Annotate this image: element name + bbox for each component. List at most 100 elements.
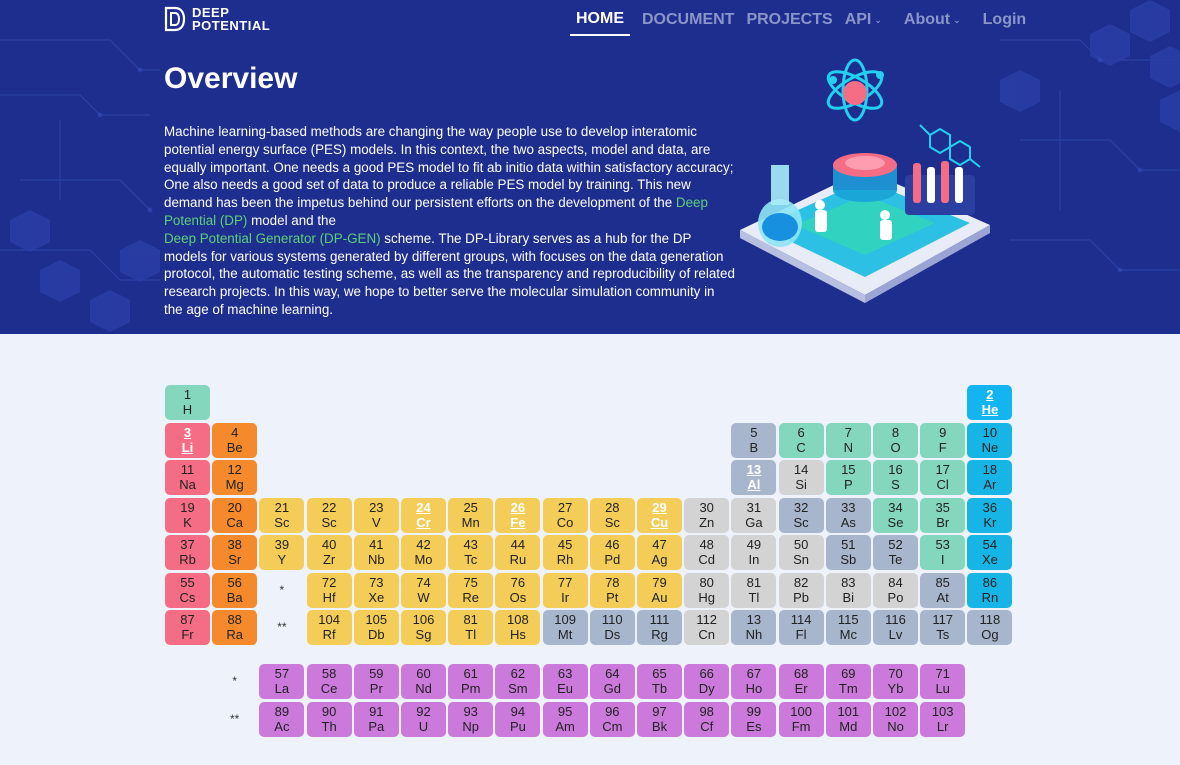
element-h-1[interactable]: 1H <box>165 385 210 420</box>
element-rh-45[interactable]: 45 Rh <box>542 535 588 570</box>
element-se-34[interactable]: 34 Se <box>873 497 918 533</box>
element-bk-97[interactable]: 97 Bk <box>637 701 682 737</box>
element-nd-60[interactable]: 60 Nd <box>401 664 446 699</box>
element-tl-81[interactable]: 81 Tl <box>448 610 494 645</box>
element-dy-66[interactable]: 66 Dy <box>684 664 730 699</box>
element-tb-65[interactable]: 65 Tb <box>637 664 682 699</box>
element-lu-71[interactable]: 71 Lu <box>920 664 966 699</box>
element-p-15[interactable]: 15 P <box>825 460 871 495</box>
element-ir-77[interactable]: 77 Ir <box>542 572 588 608</box>
element-sc-28[interactable]: 28 Sc <box>589 497 635 533</box>
dp-gen-link[interactable]: Deep Potential Generator (DP-GEN) <box>164 231 381 246</box>
element-in-49[interactable]: 49 In <box>731 535 777 570</box>
element-po-84[interactable]: 84 Po <box>873 572 918 608</box>
element-md-101[interactable]: 101 Md <box>825 701 871 737</box>
element-er-68[interactable]: 68 Er <box>778 664 824 699</box>
element-hf-72[interactable]: 72 Hf <box>306 572 352 608</box>
element-hs-108[interactable]: 108 Hs <box>495 610 541 645</box>
element-he-2[interactable]: 2 He <box>967 385 1013 420</box>
element-ho-67[interactable]: 67 Ho <box>731 664 777 699</box>
element-lr-103[interactable]: 103 Lr <box>920 701 966 737</box>
element-ga-31[interactable]: 31 Ga <box>731 497 777 533</box>
element-ac-89[interactable]: 89 Ac <box>259 701 305 737</box>
element-no-102[interactable]: 102 No <box>873 701 918 737</box>
element-v-23[interactable]: 23 V <box>353 497 399 533</box>
element-eu-63[interactable]: 63 Eu <box>542 664 588 699</box>
element-bi-83[interactable]: 83 Bi <box>825 572 871 608</box>
element-os-76[interactable]: 76 Os <box>495 572 541 608</box>
element-co-27[interactable]: 27 Co <box>542 497 588 533</box>
nav-api[interactable]: API ⌄ <box>845 11 882 35</box>
element-cn-112[interactable]: 112 Cn <box>684 610 730 645</box>
element-cm-96[interactable]: 96 Cm <box>589 701 635 737</box>
element-w-74[interactable]: 74 W <box>401 572 446 608</box>
element-cr-24[interactable]: 24 Cr <box>401 497 446 533</box>
element-fe-26[interactable]: 26 Fe <box>495 497 541 533</box>
element-cl-17[interactable]: 17 Cl <box>920 460 966 495</box>
element-te-52[interactable]: 52 Te <box>873 535 918 570</box>
element-mt-109[interactable]: 109 Mt <box>542 610 588 645</box>
element-cd-48[interactable]: 48 Cd <box>684 535 730 570</box>
element-pt-78[interactable]: 78 Pt <box>589 572 635 608</box>
element-sc-22[interactable]: 22 Sc <box>306 497 352 533</box>
element-ca-20[interactable]: 20 Ca <box>212 497 258 533</box>
element-lv-116[interactable]: 116 Lv <box>873 610 918 645</box>
element-y-39[interactable]: 39 Y <box>259 535 305 570</box>
element-ts-117[interactable]: 117 Ts <box>920 610 966 645</box>
element-ra-88[interactable]: 88 Ra <box>212 610 258 645</box>
element-i-53[interactable]: 53 I <box>920 535 966 570</box>
element-cu-29[interactable]: 29 Cu <box>637 497 682 533</box>
element-br-35[interactable]: 35 Br <box>920 497 966 533</box>
element-og-118[interactable]: 118 Og <box>967 610 1013 645</box>
element-mc-115[interactable]: 115 Mc <box>825 610 871 645</box>
element-o-8[interactable]: 8O <box>873 422 918 458</box>
nav-home[interactable]: HOME <box>570 10 630 36</box>
element-u-92[interactable]: 92 U <box>401 701 446 737</box>
element-fm-100[interactable]: 100 Fm <box>778 701 824 737</box>
element-sg-106[interactable]: 106 Sg <box>401 610 446 645</box>
element-tm-69[interactable]: 69 Tm <box>825 664 871 699</box>
element-nh-13[interactable]: 13 Nh <box>731 610 777 645</box>
element-np-93[interactable]: 93 Np <box>448 701 494 737</box>
element-ce-58[interactable]: 58 Ce <box>306 664 352 699</box>
element-re-75[interactable]: 75 Re <box>448 572 494 608</box>
element-s-16[interactable]: 16 S <box>873 460 918 495</box>
element-sc-32[interactable]: 32 Sc <box>778 497 824 533</box>
element-tc-43[interactable]: 43 Tc <box>448 535 494 570</box>
element-nb-41[interactable]: 41 Nb <box>353 535 399 570</box>
element-as-33[interactable]: 33 As <box>825 497 871 533</box>
element-yb-70[interactable]: 70 Yb <box>873 664 918 699</box>
element-la-57[interactable]: 57 La <box>259 664 305 699</box>
element-pm-61[interactable]: 61 Pm <box>448 664 494 699</box>
element-th-90[interactable]: 90 Th <box>306 701 352 737</box>
element-hg-80[interactable]: 80 Hg <box>684 572 730 608</box>
nav-document[interactable]: DOCUMENT <box>642 11 734 35</box>
nav-login[interactable]: Login <box>983 11 1027 35</box>
element-sn-50[interactable]: 50 Sn <box>778 535 824 570</box>
element-rb-37[interactable]: 37 Rb <box>165 535 210 570</box>
element-zr-40[interactable]: 40 Zr <box>306 535 352 570</box>
element-xe-54[interactable]: 54 Xe <box>967 535 1013 570</box>
element-na-11[interactable]: 11 Na <box>165 460 210 495</box>
element-n-7[interactable]: 7N <box>825 422 871 458</box>
element-db-105[interactable]: 105 Db <box>353 610 399 645</box>
element-pu-94[interactable]: 94 Pu <box>495 701 541 737</box>
element-k-19[interactable]: 19 K <box>165 497 210 533</box>
element-sc-21[interactable]: 21 Sc <box>259 497 305 533</box>
element-au-79[interactable]: 79 Au <box>637 572 682 608</box>
element-am-95[interactable]: 95 Am <box>542 701 588 737</box>
element-zn-30[interactable]: 30 Zn <box>684 497 730 533</box>
element-rn-86[interactable]: 86 Rn <box>967 572 1013 608</box>
brand-logo[interactable]: DEEP POTENTIAL <box>164 6 270 32</box>
element-ne-10[interactable]: 10 Ne <box>967 422 1013 458</box>
element-es-99[interactable]: 99 Es <box>731 701 777 737</box>
element-pa-91[interactable]: 91 Pa <box>353 701 399 737</box>
element-rg-111[interactable]: 111 Rg <box>637 610 682 645</box>
element-b-5[interactable]: 5B <box>731 422 777 458</box>
element-sb-51[interactable]: 51 Sb <box>825 535 871 570</box>
element-li-3[interactable]: 3 Li <box>165 422 210 458</box>
element-ag-47[interactable]: 47 Ag <box>637 535 682 570</box>
element-pr-59[interactable]: 59 Pr <box>353 664 399 699</box>
element-be-4[interactable]: 4 Be <box>212 422 258 458</box>
element-c-6[interactable]: 6C <box>778 422 824 458</box>
